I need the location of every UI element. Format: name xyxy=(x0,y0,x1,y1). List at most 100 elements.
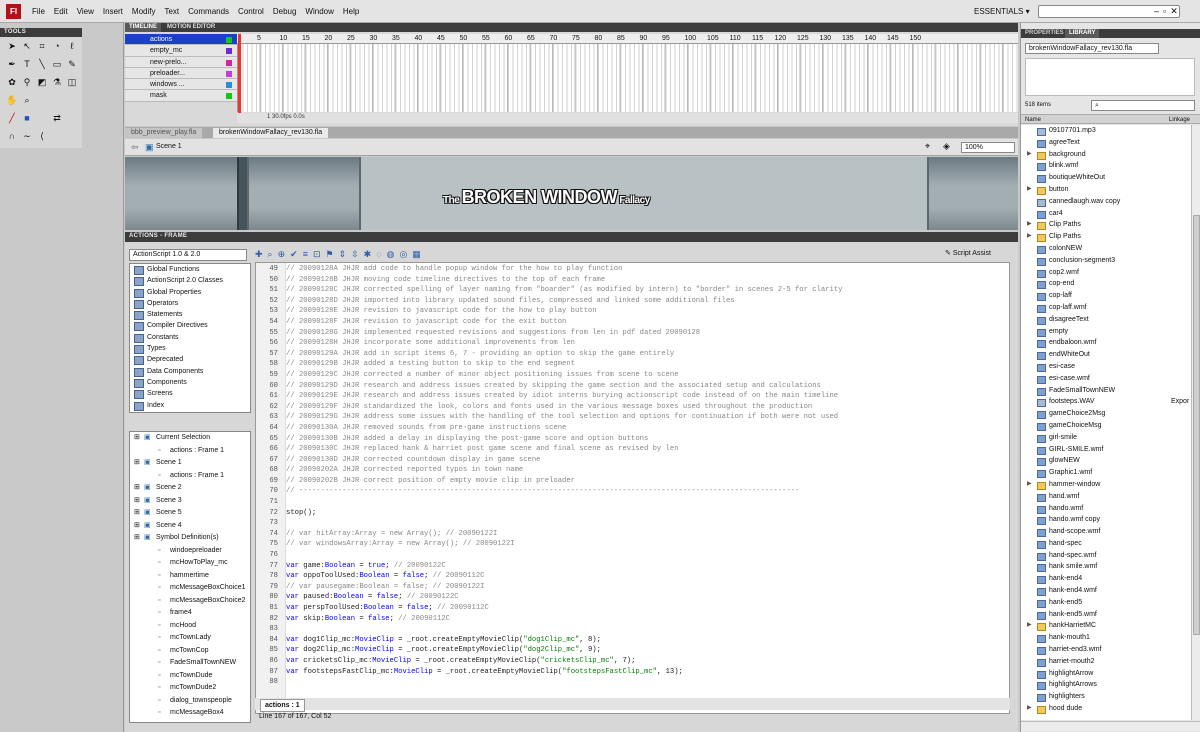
library-item[interactable]: highlightArrows xyxy=(1021,679,1191,691)
library-item[interactable]: hank-end5 xyxy=(1021,597,1191,609)
expand-toggle-icon[interactable]: ⊞ xyxy=(134,495,140,507)
frame-ruler[interactable]: 5 10 15 20 25 30 35 40 45 50 55 60 65 70 75 80 85 90 95 100… xyxy=(237,34,1018,44)
back-arrow-icon[interactable]: ⇦ xyxy=(131,142,139,153)
navigator-item[interactable]: ▫ actions : Frame 1 xyxy=(130,445,250,458)
navigator-item[interactable]: ▣ ⊞ Scene 1 xyxy=(130,457,250,470)
layer-color-swatch[interactable] xyxy=(226,82,232,89)
navigator-item[interactable]: ▣ ⊞ Scene 2 xyxy=(130,482,250,495)
deco-icon[interactable]: ✿ xyxy=(6,76,18,91)
layer-row[interactable]: preloader... xyxy=(125,67,237,80)
navigator-item[interactable]: ▫ mcMessageBox4 xyxy=(130,707,250,720)
library-item[interactable]: car4 xyxy=(1021,208,1191,220)
comment-line-icon[interactable]: ◍ xyxy=(387,248,395,260)
library-item[interactable]: cop2.wmf xyxy=(1021,267,1191,279)
library-item[interactable]: highlightArrow xyxy=(1021,668,1191,680)
toolbox-item[interactable]: Components xyxy=(130,377,250,389)
layer-row[interactable]: mask xyxy=(125,90,237,102)
hand-icon[interactable]: ✋ xyxy=(6,94,18,109)
library-item[interactable]: hand-spec xyxy=(1021,538,1191,550)
navigator-item[interactable]: ▫ hammertime xyxy=(130,570,250,583)
add-item-icon[interactable]: ✚ xyxy=(255,248,263,260)
library-item[interactable]: hando.wmf copy xyxy=(1021,514,1191,526)
library-item[interactable]: blink.wmf xyxy=(1021,160,1191,172)
layer-row[interactable]: new-prelo... xyxy=(125,56,237,68)
toolbox-item[interactable]: Deprecated xyxy=(130,354,250,366)
navigator-item[interactable]: ▣ ⊞ Scene 5 xyxy=(130,507,250,520)
toolbox-item[interactable]: Operators xyxy=(130,298,250,310)
library-scrollbar[interactable] xyxy=(1191,125,1200,720)
rect-icon[interactable]: ▭ xyxy=(51,58,63,73)
navigator-item[interactable]: ▫ frame4 xyxy=(130,607,250,620)
3d-rotation-icon[interactable]: ◔ xyxy=(51,40,63,55)
expand-toggle-icon[interactable]: ⊞ xyxy=(134,532,140,544)
toolbox-item[interactable]: Compiler Directives xyxy=(130,320,250,332)
toolbox-toggle-icon[interactable]: ▦ xyxy=(412,248,421,260)
library-item[interactable]: gameChoiceMsg xyxy=(1021,420,1191,432)
library-item[interactable]: gameChoice2Msg xyxy=(1021,408,1191,420)
collapse-icon[interactable]: ⇕ xyxy=(339,248,347,260)
toolbox-item[interactable]: Global Properties xyxy=(130,287,250,298)
navigator-item[interactable]: ▫ dialog_townspeople xyxy=(130,695,250,708)
layer-color-swatch[interactable] xyxy=(226,93,232,100)
workspace-switcher[interactable]: ESSENTIALS ▾ xyxy=(974,7,1030,16)
menu-item-window[interactable]: Window xyxy=(305,7,333,16)
expand-toggle-icon[interactable]: ⊞ xyxy=(134,507,140,519)
actionscript-version-select[interactable]: ActionScript 1.0 & 2.0 xyxy=(129,249,247,261)
stroke-color-icon[interactable]: ╱ xyxy=(6,112,18,127)
layer-row[interactable]: actions xyxy=(125,34,237,46)
code-editor[interactable]: 49 // 20090128A JHJR add code to handle p… xyxy=(255,262,1010,714)
library-item[interactable]: ▶ hankHarrietMC xyxy=(1021,620,1191,632)
line-icon[interactable]: ╲ xyxy=(36,58,48,73)
straighten-icon[interactable]: ⟨ xyxy=(36,130,48,145)
auto-format-icon[interactable]: ≡ xyxy=(303,248,308,260)
menu-item-commands[interactable]: Commands xyxy=(188,7,229,16)
script-assist-button[interactable]: ✎ Script Assist xyxy=(945,249,991,257)
library-item[interactable]: girl-smile xyxy=(1021,432,1191,444)
find-icon[interactable]: ⌕ xyxy=(268,248,273,260)
expand-all-icon[interactable]: ✱ xyxy=(364,248,372,260)
tab-timeline[interactable]: TIMELINE xyxy=(125,23,161,32)
col-linkage[interactable]: Linkage xyxy=(1169,116,1190,124)
doc-tab-active[interactable]: brokenWindowFallacy_rev130.fla xyxy=(213,128,329,138)
library-item[interactable]: highlighters xyxy=(1021,691,1191,703)
navigator-item[interactable]: ▫ mcTownDude2 xyxy=(130,682,250,695)
toolbox-item[interactable]: Data Components xyxy=(130,366,250,377)
library-item[interactable]: hank smile.wmf xyxy=(1021,561,1191,573)
layer-row[interactable]: windows ... xyxy=(125,79,237,91)
paint-bucket-icon[interactable]: ◩ xyxy=(36,76,48,91)
eraser-icon[interactable]: ◫ xyxy=(66,76,78,91)
library-item[interactable]: harriet-end3.wmf xyxy=(1021,644,1191,656)
library-item[interactable]: cop-laff.wmf xyxy=(1021,302,1191,314)
library-item[interactable]: hando.wmf xyxy=(1021,503,1191,515)
library-item[interactable]: ▶ background xyxy=(1021,149,1191,161)
menu-item-help[interactable]: Help xyxy=(343,7,359,16)
library-item[interactable]: Graphic1.wmf xyxy=(1021,467,1191,479)
layer-color-swatch[interactable] xyxy=(226,59,232,66)
expand-arrow-icon[interactable]: ▶ xyxy=(1027,479,1032,491)
library-item[interactable]: glowNEW xyxy=(1021,455,1191,467)
navigator-item[interactable]: ▫ mcMessageBoxChoice2 xyxy=(130,595,250,608)
library-item[interactable]: hand.wmf xyxy=(1021,491,1191,503)
expand-arrow-icon[interactable]: ▶ xyxy=(1027,184,1032,196)
toolbox-item[interactable]: ActionScript 2.0 Classes xyxy=(130,275,250,287)
library-item[interactable]: footsteps.WAV Expor xyxy=(1021,396,1191,408)
library-item[interactable]: cop-end xyxy=(1021,278,1191,290)
library-item[interactable]: ▶ hammer-window xyxy=(1021,479,1191,491)
subselect-icon[interactable]: ↖ xyxy=(21,40,33,55)
edit-scene-icon[interactable]: ⌖ xyxy=(925,141,930,152)
navigator-item[interactable]: ▣ ⊞ Scene 3 xyxy=(130,495,250,508)
expand-arrow-icon[interactable]: ▶ xyxy=(1027,620,1032,632)
stage[interactable]: The BROKEN WINDOW Fallacy xyxy=(125,157,1018,230)
library-item[interactable]: FadeSmallTownNEW xyxy=(1021,385,1191,397)
layer-color-swatch[interactable] xyxy=(226,48,232,55)
library-item[interactable]: cannedlaugh.wav copy xyxy=(1021,196,1191,208)
expand-toggle-icon[interactable]: ⊞ xyxy=(134,432,140,444)
debug-options-icon[interactable]: ⚑ xyxy=(326,248,334,260)
library-item[interactable]: ▶ hood dude xyxy=(1021,703,1191,715)
navigator-item[interactable]: ▣ ⊞ Current Selection xyxy=(130,432,250,445)
library-item[interactable]: hank-end4.wmf xyxy=(1021,585,1191,597)
library-item[interactable]: endWhiteOut xyxy=(1021,349,1191,361)
navigator-item[interactable]: ▫ actions : Frame 1 xyxy=(130,470,250,483)
menu-item-insert[interactable]: Insert xyxy=(103,7,123,16)
library-item[interactable]: ▶ Clip Paths xyxy=(1021,231,1191,243)
